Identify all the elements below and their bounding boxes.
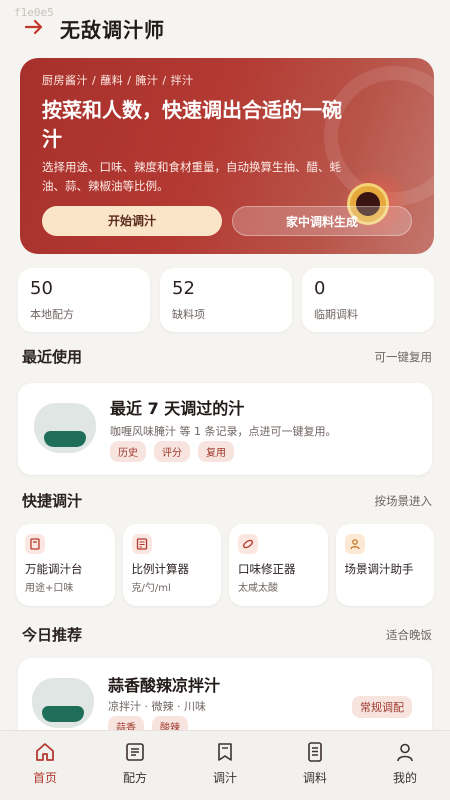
tool-desc: 用途+口味 (25, 583, 74, 594)
top-bar: 无敌调汁师 (0, 0, 450, 56)
tab-seasonings[interactable]: 调料 (270, 731, 360, 800)
bowl-icon (34, 403, 96, 453)
card-subtitle: 凉拌汁 · 微辣 · 川味 (108, 700, 206, 713)
hero-categories: 厨房酱汁 / 蘸料 / 腌汁 / 拌汁 (42, 74, 194, 87)
tab-mix[interactable]: 调汁 (180, 731, 270, 800)
recent-section-header: 最近使用 可一键复用 (22, 346, 432, 367)
tool-ratio-calculator[interactable]: 比例计算器 克/勺/ml (122, 524, 221, 606)
card-title: 蒜香酸辣凉拌汁 (108, 676, 221, 695)
leaf-icon (238, 534, 258, 554)
section-action[interactable]: 可一键复用 (375, 349, 433, 365)
tool-name: 口味修正器 (238, 562, 296, 576)
stat-label: 临期调料 (314, 308, 358, 321)
tag[interactable]: 历史 (110, 441, 146, 462)
bottom-tab-bar: 首页 配方 调汁 调料 我的 (0, 730, 450, 800)
tab-label: 调料 (302, 771, 327, 785)
tag-list: 历史 评分 复用 (110, 441, 234, 462)
today-section-header: 今日推荐 适合晚饭 (22, 624, 432, 645)
user-icon (397, 743, 413, 762)
section-title: 最近使用 (22, 348, 83, 366)
tag[interactable]: 评分 (154, 441, 190, 462)
section-title: 快捷调汁 (22, 492, 83, 510)
recipe-icon (126, 743, 144, 761)
start-mixing-button[interactable]: 开始调汁 (42, 206, 222, 236)
hero-description: 选择用途、口味、辣度和食材重量，自动换算生抽、醋、蚝油、蒜、辣椒油等比例。 (42, 160, 341, 193)
tab-label: 首页 (32, 771, 57, 785)
tool-desc: 克/勺/ml (131, 583, 171, 594)
quick-section-header: 快捷调汁 按场景进入 (22, 490, 432, 511)
stat-label: 本地配方 (30, 308, 74, 321)
list-icon (308, 742, 322, 762)
tool-universal-mixer[interactable]: 万能调汁台 用途+口味 (16, 524, 115, 606)
stat-value: 52 (172, 278, 195, 299)
user-icon (344, 534, 365, 554)
tab-profile[interactable]: 我的 (360, 731, 450, 800)
tab-recipes[interactable]: 配方 (90, 731, 180, 800)
bookmark-icon (25, 534, 45, 554)
pantry-generate-button[interactable]: 家中调料生成 (232, 206, 412, 236)
stat-local-recipes[interactable]: 50 本地配方 (18, 268, 150, 332)
stat-missing-items[interactable]: 52 缺料项 (160, 268, 292, 332)
tag[interactable]: 复用 (198, 441, 234, 462)
tool-name: 场景调汁助手 (344, 562, 414, 576)
recent-card[interactable]: 最近 7 天调过的汁 咖喱风味腌汁 等 1 条记录，点进可一键复用。 历史 评分… (18, 383, 432, 475)
hero-banner: 厨房酱汁 / 蘸料 / 腌汁 / 拌汁 按菜和人数，快速调出合适的一碗汁 选择用… (20, 58, 434, 254)
tab-label: 调汁 (212, 771, 237, 785)
tool-desc: 太咸太酸 (238, 583, 278, 594)
tab-label: 配方 (122, 771, 147, 785)
status-badge: 常规调配 (352, 696, 412, 718)
stat-label: 缺料项 (172, 308, 205, 321)
back-arrow-icon[interactable] (24, 17, 46, 39)
hero-title: 按菜和人数，快速调出合适的一碗汁 (42, 98, 342, 151)
card-title: 最近 7 天调过的汁 (110, 399, 245, 418)
tab-label: 我的 (392, 771, 417, 785)
tab-home[interactable]: 首页 (0, 731, 90, 800)
stat-value: 0 (314, 278, 326, 299)
app-title: 无敌调汁师 (60, 17, 165, 42)
stats-row: 50 本地配方 52 缺料项 0 临期调料 (18, 268, 434, 332)
stat-expiring[interactable]: 0 临期调料 (302, 268, 434, 332)
tool-name: 万能调汁台 (25, 562, 83, 576)
section-action[interactable]: 按场景进入 (375, 493, 433, 509)
recommend-card[interactable]: 蒜香酸辣凉拌汁 凉拌汁 · 微辣 · 川味 蒜香 酸辣 常规调配 (18, 658, 432, 736)
tool-flavor-fixer[interactable]: 口味修正器 太咸太酸 (229, 524, 328, 606)
bowl-icon (32, 678, 94, 728)
quick-tools: 万能调汁台 用途+口味 比例计算器 克/勺/ml 口味修正器 太咸太酸 场景调汁… (16, 524, 434, 606)
stat-value: 50 (30, 278, 53, 299)
tool-scene-assistant[interactable]: 场景调汁助手 (335, 524, 434, 606)
home-icon (36, 743, 54, 761)
bookmark-icon (218, 743, 232, 761)
card-subtitle: 咖喱风味腌汁 等 1 条记录，点进可一键复用。 (110, 425, 337, 438)
tool-name: 比例计算器 (131, 562, 190, 576)
section-action[interactable]: 适合晚饭 (386, 627, 432, 643)
section-title: 今日推荐 (22, 626, 83, 644)
calculator-icon (131, 534, 152, 554)
